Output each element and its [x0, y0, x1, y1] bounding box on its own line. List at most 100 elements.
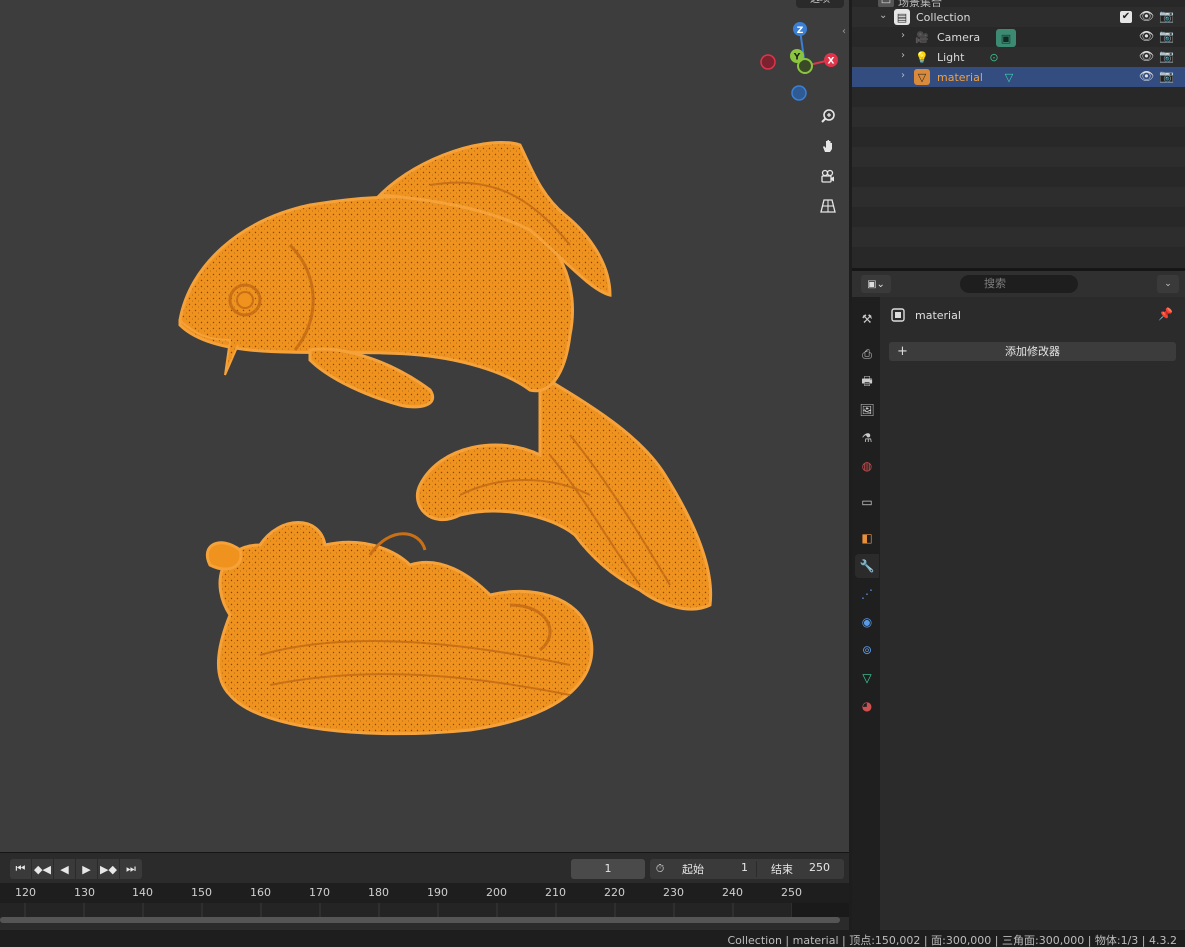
tick-label: 220 [604, 886, 625, 899]
render-icon[interactable]: ⎙ [855, 342, 879, 366]
current-frame-field[interactable]: 1 [571, 859, 645, 879]
object-modifier-icon [890, 307, 906, 326]
tick-label: 230 [663, 886, 684, 899]
jump-to-keyframe-back-icon[interactable]: ◆◀ [32, 859, 54, 879]
tick-label: 150 [191, 886, 212, 899]
outliner-item-material[interactable]: › ▽ material ▽ 👁 📷 [852, 67, 1185, 87]
grid-ortho-icon[interactable] [815, 193, 841, 219]
frame-ruler[interactable]: 120 130 140 150 160 170 180 190 200 210 … [0, 883, 849, 903]
3d-viewport[interactable]: 选项 ‹ Z Y X [0, 0, 849, 852]
end-frame-field[interactable]: 结束 250 [757, 861, 844, 877]
render-camera-icon[interactable]: 📷 [1159, 69, 1174, 83]
camera-data-icon[interactable]: ▣ [996, 29, 1016, 47]
constraints-icon[interactable]: ⊚ [855, 638, 879, 662]
add-modifier-label: 添加修改器 [1005, 345, 1060, 358]
physics-icon[interactable]: ◉ [855, 610, 879, 634]
chevron-right-icon[interactable]: › [901, 50, 905, 61]
outliner-item-light[interactable]: › 💡 Light ⊙ 👁 📷 [852, 47, 1185, 67]
camera-view-icon[interactable] [815, 163, 841, 189]
empty-row [852, 147, 1185, 167]
fish-mesh-object[interactable] [170, 135, 730, 740]
chevron-down-icon[interactable]: ⌄ [879, 10, 887, 21]
tick-label: 240 [722, 886, 743, 899]
playback-controls: ⏮ ◆◀ ◀ ▶ ▶◆ ⏭ [10, 859, 142, 879]
collection-row[interactable]: ⌄ ▤ Collection ✔ 👁 📷 [852, 7, 1185, 27]
search-input[interactable]: 搜索 [960, 275, 1078, 293]
plus-icon: + [897, 344, 908, 359]
blender-window: 选项 ‹ Z Y X [0, 0, 1185, 947]
end-frame-value: 250 [809, 861, 830, 874]
play-reverse-icon[interactable]: ◀ [54, 859, 76, 879]
object-name: material [915, 309, 961, 322]
tick-label: 210 [545, 886, 566, 899]
status-bar: Collection | material | 顶点:150,002 | 面:3… [0, 930, 1185, 947]
frame-range: ⏱ 起始 1 结束 250 [650, 859, 844, 879]
tick-label: 250 [781, 886, 802, 899]
outliner-item-label: Light [937, 51, 965, 64]
eye-icon[interactable]: 👁 [1139, 69, 1154, 83]
stopwatch-icon[interactable]: ⏱ [650, 862, 670, 876]
eye-icon[interactable]: 👁 [1139, 49, 1154, 63]
material-icon[interactable]: ◕ [855, 694, 879, 718]
scene-statistics: Collection | material | 顶点:150,002 | 面:3… [727, 934, 1178, 947]
add-modifier-button[interactable]: + 添加修改器 [889, 342, 1176, 361]
axis-neg-x-handle[interactable] [760, 54, 776, 70]
collection-icon[interactable]: ▭ [855, 490, 879, 514]
tool-icon[interactable]: ⚒ [855, 307, 879, 331]
data-icon[interactable]: ▽ [855, 666, 879, 690]
render-camera-icon[interactable]: 📷 [1159, 9, 1174, 23]
tick-label: 140 [132, 886, 153, 899]
tick-label: 200 [486, 886, 507, 899]
world-icon[interactable]: ◍ [855, 454, 879, 478]
camera-icon: 🎥 [915, 30, 929, 44]
properties-editor[interactable]: ▣⌄ ⌕ 搜索 ⌄ ⚒ ⎙ 🖶 🖼 ⚗ ◍ ▭ ◧ 🔧 ⋰ ◉ ⊚ ▽ ◕ ma… [852, 271, 1185, 930]
tick-label: 170 [309, 886, 330, 899]
end-frame-label: 结束 [771, 863, 793, 876]
properties-tab-bar: ⚒ ⎙ 🖶 🖼 ⚗ ◍ ▭ ◧ 🔧 ⋰ ◉ ⊚ ▽ ◕ [852, 297, 880, 930]
outliner-item-camera[interactable]: › 🎥 Camera ▣ 👁 📷 [852, 27, 1185, 47]
render-camera-icon[interactable]: 📷 [1159, 29, 1174, 43]
zoom-icon[interactable] [815, 103, 841, 129]
empty-row [852, 227, 1185, 247]
chevron-right-icon[interactable]: › [901, 30, 905, 41]
chevron-right-icon[interactable]: › [901, 70, 905, 81]
start-frame-field[interactable]: 起始 1 [670, 861, 757, 877]
editor-type-dropdown[interactable]: ▣⌄ [861, 275, 891, 293]
object-icon[interactable]: ◧ [855, 526, 879, 550]
axis-z-label: Z [797, 26, 804, 36]
navigation-gizmo[interactable]: Z Y X [755, 18, 845, 108]
exclude-checkbox[interactable]: ✔ [1120, 11, 1132, 23]
tick-label: 120 [15, 886, 36, 899]
axis-neg-z-handle[interactable] [791, 85, 807, 101]
hand-pan-icon[interactable] [815, 133, 841, 159]
view-layer-icon[interactable]: 🖼 [855, 398, 879, 422]
mesh-data-icon[interactable]: ▽ [1001, 69, 1017, 85]
outliner[interactable]: ▭ 场景集合 ⌄ ▤ Collection ✔ 👁 📷 › 🎥 Camera ▣… [852, 0, 1185, 268]
timeline-editor[interactable]: ⏮ ◆◀ ◀ ▶ ▶◆ ⏭ 1 ⏱ 起始 1 结束 250 120 130 14… [0, 852, 849, 930]
pin-icon[interactable]: 📌 [1158, 307, 1173, 321]
properties-header: ▣⌄ ⌕ 搜索 ⌄ [852, 271, 1185, 297]
render-camera-icon[interactable]: 📷 [1159, 49, 1174, 63]
light-data-icon[interactable]: ⊙ [986, 49, 1002, 65]
viewport-options-dropdown[interactable]: 选项 [796, 0, 844, 8]
tick-label: 190 [427, 886, 448, 899]
empty-row [852, 107, 1185, 127]
outliner-item-label: Camera [937, 31, 981, 44]
output-icon[interactable]: 🖶 [855, 370, 879, 394]
empty-row [852, 187, 1185, 207]
modifier-icon[interactable]: 🔧 [855, 554, 879, 578]
scene-icon[interactable]: ⚗ [855, 426, 879, 450]
collection-icon: ▤ [894, 9, 910, 25]
jump-to-start-icon[interactable]: ⏮ [10, 859, 32, 879]
particles-icon[interactable]: ⋰ [855, 582, 879, 606]
timeline-track[interactable] [0, 903, 849, 917]
chevron-down-icon[interactable]: ⌄ [1157, 275, 1179, 293]
jump-to-end-icon[interactable]: ⏭ [120, 859, 142, 879]
light-icon: 💡 [915, 50, 929, 64]
eye-icon[interactable]: 👁 [1139, 29, 1154, 43]
timeline-scrollbar[interactable] [0, 917, 840, 923]
eye-icon[interactable]: 👁 [1139, 9, 1154, 23]
jump-to-keyframe-forward-icon[interactable]: ▶◆ [98, 859, 120, 879]
tick-label: 180 [368, 886, 389, 899]
play-icon[interactable]: ▶ [76, 859, 98, 879]
